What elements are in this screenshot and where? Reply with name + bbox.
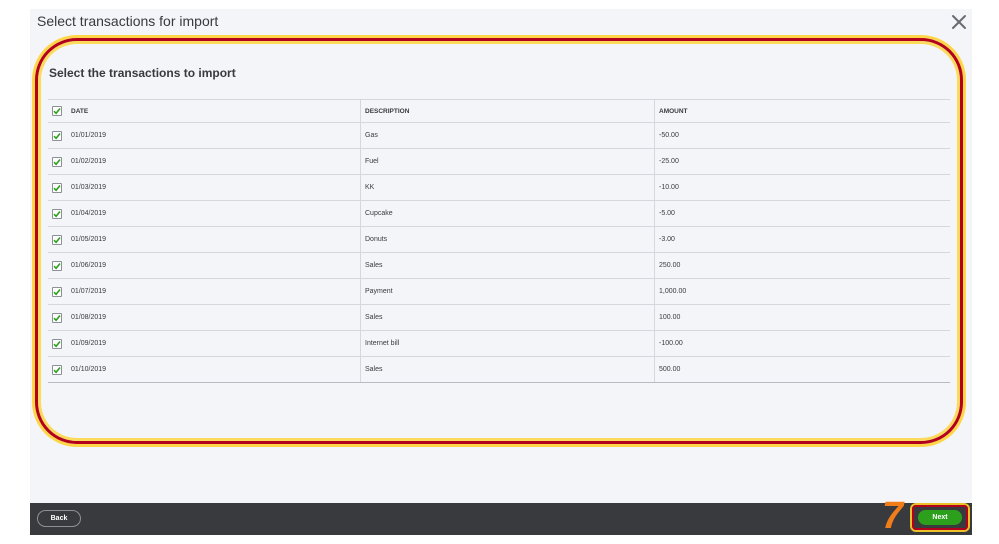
close-button[interactable] [950, 13, 968, 31]
checkmark-icon [53, 236, 61, 243]
cell-date: 01/06/2019 [66, 253, 361, 278]
step-number-annotation: 7 [882, 495, 904, 535]
row-checkbox[interactable] [52, 338, 62, 349]
cell-date: 01/10/2019 [66, 357, 361, 382]
checkmark-icon [53, 262, 61, 269]
cell-date: 01/08/2019 [66, 305, 361, 330]
checkmark-icon [53, 107, 61, 115]
checkmark-icon [53, 340, 61, 347]
table-row[interactable]: 01/07/2019 Payment 1,000.00 [48, 279, 950, 305]
table-row[interactable]: 01/10/2019 Sales 500.00 [48, 357, 950, 382]
checkmark-icon [53, 210, 61, 217]
row-checkbox[interactable] [52, 364, 62, 375]
cell-amount: -100.00 [659, 340, 683, 347]
checkmark-icon [53, 184, 61, 191]
cell-date: 01/04/2019 [66, 201, 361, 226]
column-header-description[interactable]: DESCRIPTION [361, 100, 655, 122]
row-check-cell [48, 279, 66, 304]
cell-date: 01/02/2019 [66, 149, 361, 174]
next-button-highlight: Next [912, 505, 968, 530]
close-icon [952, 15, 966, 29]
row-checkbox[interactable] [52, 130, 62, 141]
cell-amount: -3.00 [659, 236, 675, 243]
row-checkbox[interactable] [52, 182, 62, 193]
row-checkbox[interactable] [52, 286, 62, 297]
column-header-date[interactable]: DATE [66, 100, 361, 122]
table-row[interactable]: 01/08/2019 Sales 100.00 [48, 305, 950, 331]
cell-description: Payment [361, 279, 655, 304]
next-button[interactable]: Next [918, 510, 962, 525]
row-check-cell [48, 357, 66, 382]
row-check-cell [48, 149, 66, 174]
cell-description: Sales [361, 357, 655, 382]
table-body: 01/01/2019 Gas -50.00 01/02/2019 Fuel -25.00 0… [48, 123, 950, 382]
select-all-cell [48, 100, 66, 122]
cell-amount: -10.00 [659, 184, 679, 191]
table-row[interactable]: 01/06/2019 Sales 250.00 [48, 253, 950, 279]
cell-amount: 250.00 [659, 262, 681, 269]
back-button[interactable]: Back [37, 510, 81, 527]
checkmark-icon [53, 314, 61, 321]
dialog-footer: Back 7 Next [30, 497, 972, 535]
cell-description: Gas [361, 123, 655, 148]
section-heading: Select the transactions to import [49, 66, 236, 80]
cell-description: Sales [361, 253, 655, 278]
row-checkbox[interactable] [52, 208, 62, 219]
table-row[interactable]: 01/01/2019 Gas -50.00 [48, 123, 950, 149]
cell-date: 01/07/2019 [66, 279, 361, 304]
table-row[interactable]: 01/03/2019 KK -10.00 [48, 175, 950, 201]
row-check-cell [48, 305, 66, 330]
row-check-cell [48, 227, 66, 252]
checkmark-icon [53, 366, 61, 373]
table-header-row: DATE DESCRIPTION AMOUNT [48, 100, 950, 123]
row-checkbox[interactable] [52, 156, 62, 167]
table-row[interactable]: 01/02/2019 Fuel -25.00 [48, 149, 950, 175]
row-check-cell [48, 175, 66, 200]
import-dialog: Select transactions for import Select th… [30, 9, 972, 535]
checkmark-icon [53, 132, 61, 139]
column-header-amount[interactable]: AMOUNT [655, 100, 950, 122]
cell-amount: -25.00 [659, 158, 679, 165]
table-row[interactable]: 01/09/2019 Internet bill -100.00 [48, 331, 950, 357]
row-check-cell [48, 123, 66, 148]
row-checkbox[interactable] [52, 260, 62, 271]
row-check-cell [48, 253, 66, 278]
row-checkbox[interactable] [52, 234, 62, 245]
cell-date: 01/03/2019 [66, 175, 361, 200]
cell-amount: 1,000.00 [659, 288, 687, 295]
row-checkbox[interactable] [52, 312, 62, 323]
cell-description: Sales [361, 305, 655, 330]
dialog-title: Select transactions for import [37, 13, 219, 29]
cell-date: 01/09/2019 [66, 331, 361, 356]
cell-description: Cupcake [361, 201, 655, 226]
select-all-checkbox[interactable] [52, 106, 62, 116]
cell-amount: -50.00 [659, 132, 679, 139]
cell-amount: -5.00 [659, 210, 675, 217]
cell-amount: 100.00 [659, 314, 681, 321]
table-row[interactable]: 01/04/2019 Cupcake -5.00 [48, 201, 950, 227]
checkmark-icon [53, 288, 61, 295]
cell-date: 01/05/2019 [66, 227, 361, 252]
row-check-cell [48, 201, 66, 226]
transactions-table: DATE DESCRIPTION AMOUNT 01/01/2019 Gas -50… [48, 99, 950, 383]
cell-amount: 500.00 [659, 366, 681, 373]
row-check-cell [48, 331, 66, 356]
cell-description: Fuel [361, 149, 655, 174]
cell-description: KK [361, 175, 655, 200]
cell-description: Donuts [361, 227, 655, 252]
cell-description: Internet bill [361, 331, 655, 356]
table-row[interactable]: 01/05/2019 Donuts -3.00 [48, 227, 950, 253]
cell-date: 01/01/2019 [66, 123, 361, 148]
checkmark-icon [53, 158, 61, 165]
